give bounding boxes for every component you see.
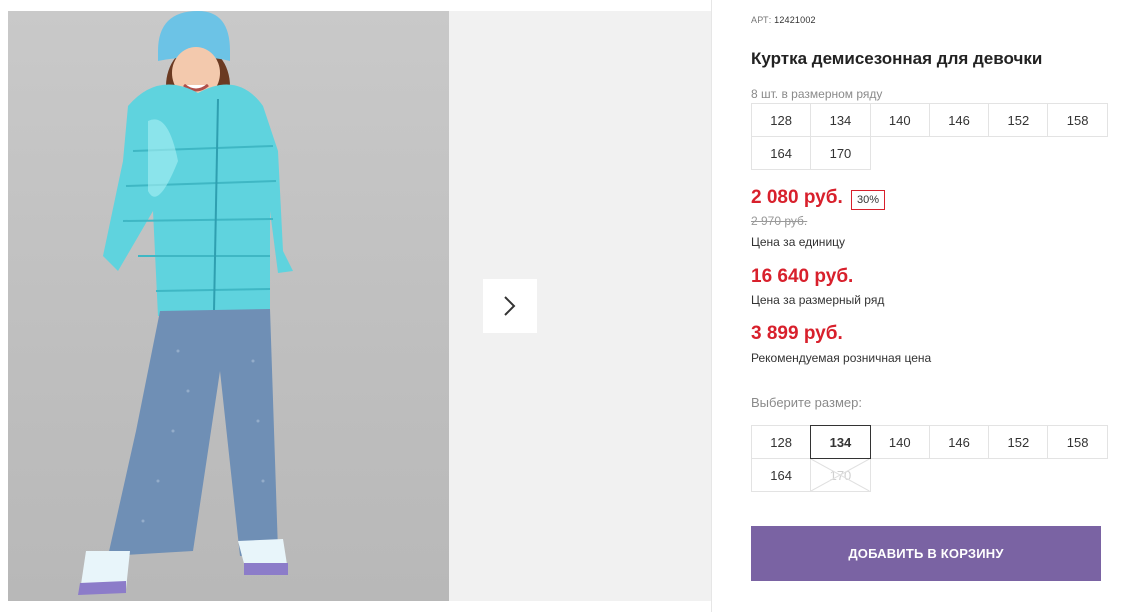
size-option-label: 152 [1007, 434, 1030, 450]
product-title: Куртка демисезонная для девочки [751, 49, 1043, 68]
size-option-152[interactable]: 152 [988, 425, 1049, 459]
size-option-label: 140 [888, 434, 911, 450]
size-option-146[interactable]: 146 [928, 425, 990, 459]
discount-badge: 30% [851, 190, 886, 210]
add-to-cart-button[interactable]: ДОБАВИТЬ В КОРЗИНУ [751, 526, 1101, 581]
size-selector-label: Выберите размер: [751, 395, 862, 410]
old-price: 2 970 руб. [751, 214, 808, 228]
pack-info: 8 шт. в размерном ряду [751, 87, 883, 101]
size-row-cell: 158 [1047, 103, 1108, 137]
size-selector-grid: 128 134 140 146 152 158 164 170 [751, 425, 1108, 492]
girl-in-jacket-illustration [78, 11, 293, 595]
size-row-cell: 170 [810, 136, 871, 170]
size-row-grid: 128 134 140 146 152 158 164 170 [751, 103, 1108, 170]
size-row-cell: 134 [810, 103, 871, 137]
next-image-button[interactable] [483, 279, 537, 333]
size-option-label: 128 [770, 434, 792, 450]
article-number: АРТ: 12421002 [751, 15, 816, 25]
size-option-134[interactable]: 134 [810, 425, 871, 459]
row-price: 16 640 руб. [751, 266, 854, 287]
size-option-140[interactable]: 140 [869, 425, 930, 459]
size-option-label: 146 [948, 434, 970, 450]
size-row-cell: 164 [751, 136, 812, 170]
article-label: АРТ: [751, 15, 772, 25]
row-price-caption: Цена за размерный ряд [751, 293, 885, 307]
size-option-label: 134 [829, 434, 852, 450]
size-option-label: 164 [770, 467, 792, 483]
size-option-158[interactable]: 158 [1047, 425, 1108, 459]
chevron-right-icon [504, 296, 516, 316]
size-row-cell: 128 [751, 103, 812, 137]
unavailable-cross-icon [811, 459, 870, 491]
recommended-price-caption: Рекомендуемая розничная цена [751, 351, 932, 365]
product-photo[interactable] [8, 11, 449, 601]
recommended-price: 3 899 руб. [751, 323, 843, 344]
size-row-cell: 140 [869, 103, 930, 137]
size-row-cell: 146 [928, 103, 990, 137]
size-option-label: 158 [1066, 434, 1089, 450]
size-option-164[interactable]: 164 [751, 458, 812, 492]
column-divider [711, 0, 712, 612]
size-option-170: 170 [810, 458, 871, 492]
unit-price: 2 080 руб. [751, 187, 843, 208]
unit-price-caption: Цена за единицу [751, 235, 846, 249]
article-value: 12421002 [774, 15, 816, 25]
product-gallery [8, 11, 711, 601]
size-row-cell: 152 [988, 103, 1049, 137]
size-option-128[interactable]: 128 [751, 425, 812, 459]
